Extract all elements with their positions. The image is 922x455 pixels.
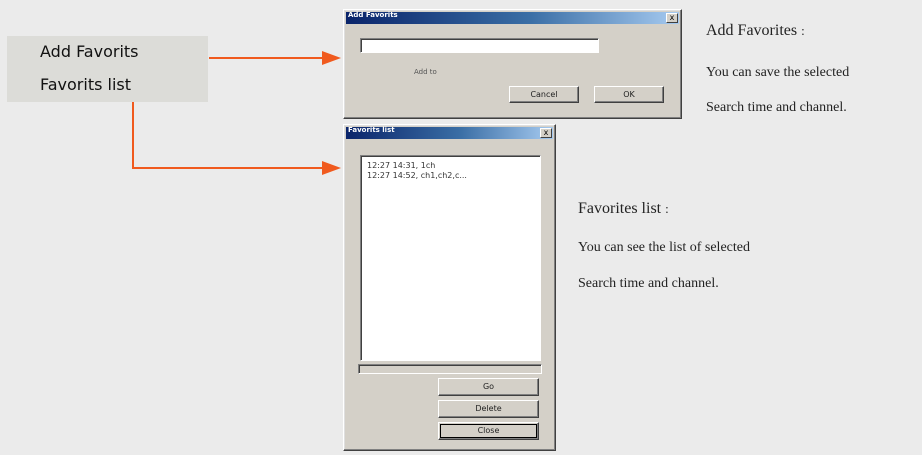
list-dialog-close-button[interactable]: x: [540, 128, 552, 138]
add-favorites-desc-line-1: You can save the selected: [706, 65, 850, 80]
add-favorits-dialog: Add Favorits x Add to Cancel OK: [343, 9, 682, 119]
list-item[interactable]: 12:27 14:52, ch1,ch2,c...: [367, 171, 467, 180]
favorites-listbox[interactable]: 12:27 14:31, 1ch 12:27 14:52, ch1,ch2,c.…: [360, 155, 541, 361]
favorite-name-input[interactable]: [360, 38, 599, 53]
add-dialog-close-button[interactable]: x: [666, 13, 678, 23]
go-button[interactable]: Go: [438, 378, 539, 396]
arrow-list-head: [322, 161, 341, 175]
add-favorites-colon: :: [801, 23, 805, 38]
cancel-button[interactable]: Cancel: [509, 86, 579, 103]
list-dialog-title: Favorits list: [348, 126, 395, 134]
ok-button[interactable]: OK: [594, 86, 664, 103]
favorites-list-heading: Favorites list :: [578, 200, 669, 218]
list-item[interactable]: 12:27 14:31, 1ch: [367, 161, 435, 170]
delete-button[interactable]: Delete: [438, 400, 539, 418]
add-favorites-heading: Add Favorites :: [706, 22, 805, 40]
favorites-list-colon: :: [665, 201, 669, 216]
add-dialog-title: Add Favorits: [348, 11, 398, 19]
add-favorites-desc-line-2: Search time and channel.: [706, 100, 847, 115]
status-field: [358, 364, 542, 374]
add-dialog-titlebar[interactable]: Add Favorits x: [346, 11, 679, 24]
add-dialog-hint-label: Add to: [414, 68, 437, 76]
add-favorites-title: Add Favorites: [706, 22, 798, 39]
favorites-list-title: Favorites list: [578, 200, 662, 217]
list-dialog-titlebar[interactable]: Favorits list x: [346, 126, 553, 139]
close-button[interactable]: Close: [438, 422, 539, 440]
favorites-list-desc-line-2: Search time and channel.: [578, 276, 719, 291]
favorites-list-desc-line-1: You can see the list of selected: [578, 240, 750, 255]
favorits-list-dialog: Favorits list x 12:27 14:31, 1ch 12:27 1…: [343, 124, 556, 451]
arrow-list-line: [132, 102, 324, 169]
arrow-add-head: [322, 51, 341, 65]
